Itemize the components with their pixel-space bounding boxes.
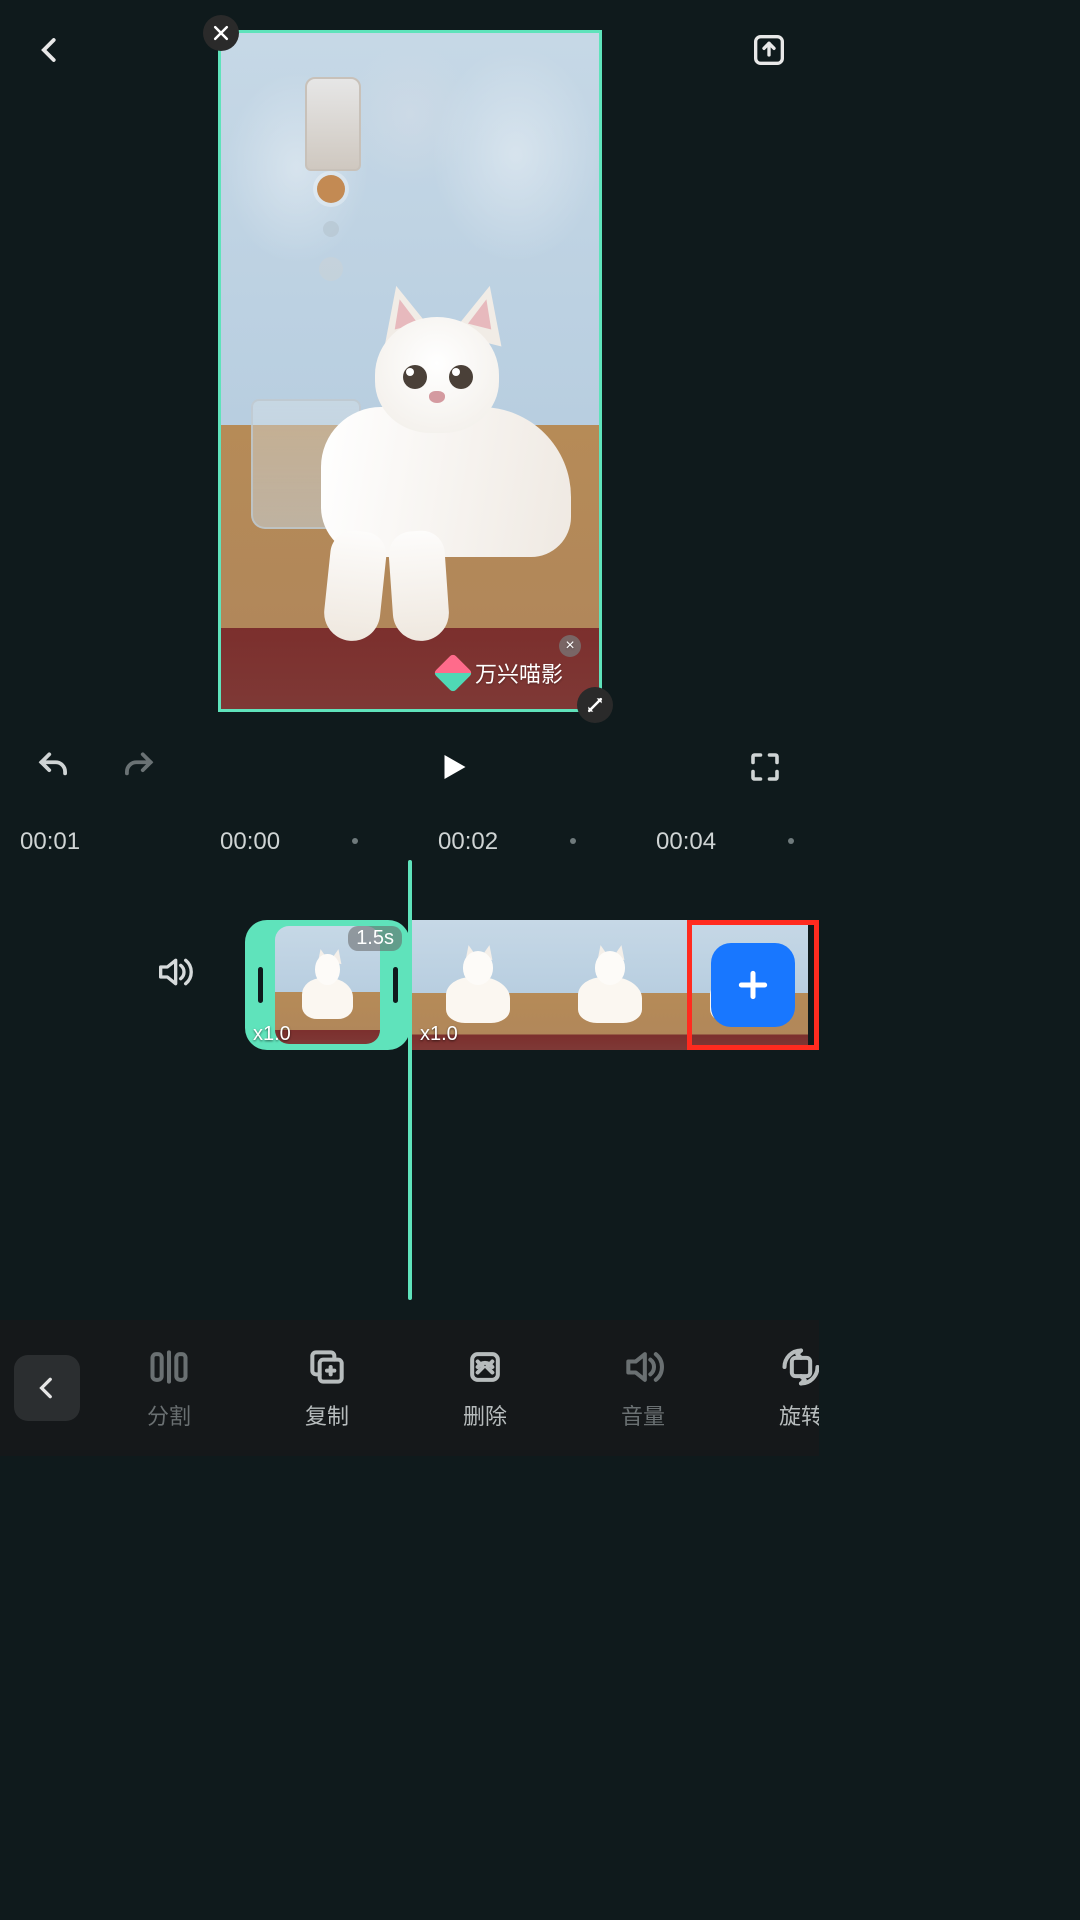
add-clip-button[interactable]	[711, 943, 795, 1027]
chevron-left-icon	[34, 1375, 60, 1401]
redo-button[interactable]	[116, 745, 160, 789]
tool-volume[interactable]: 音量	[564, 1345, 722, 1431]
tool-label: 复制	[305, 1399, 349, 1431]
tool-split[interactable]: 分割	[90, 1345, 248, 1431]
clip[interactable]: x1.0	[412, 920, 819, 1050]
time-ruler[interactable]: 00:01 00:00 00:02 00:04	[0, 822, 819, 862]
mute-track-button[interactable]	[150, 948, 198, 996]
split-icon	[147, 1345, 191, 1389]
close-icon: ×	[565, 637, 574, 655]
clip-duration-badge: 1.5s	[348, 926, 402, 951]
close-icon	[211, 23, 231, 43]
copy-icon	[305, 1345, 349, 1389]
watermark: 万兴喵影 ×	[439, 657, 563, 689]
preview-close-button[interactable]	[203, 15, 239, 51]
ruler-mark: 00:04	[656, 828, 716, 856]
ruler-tick	[352, 838, 358, 844]
playhead[interactable]	[408, 860, 412, 1300]
edit-toolbar: 分割 复制 删除 音量 旋转	[0, 1320, 819, 1456]
watermark-logo-icon	[433, 653, 473, 693]
preview-resize-handle[interactable]	[577, 687, 613, 723]
clip-selected[interactable]: 1.5s x1.0	[245, 920, 410, 1050]
redo-icon	[119, 748, 157, 786]
fullscreen-icon	[747, 749, 783, 785]
tool-label: 旋转	[779, 1399, 819, 1431]
video-track[interactable]: 1.5s x1.0 x1.0	[245, 920, 819, 1050]
watermark-text: 万兴喵影	[475, 657, 563, 689]
ruler-tick	[570, 838, 576, 844]
delete-icon	[463, 1345, 507, 1389]
fullscreen-button[interactable]	[743, 745, 787, 789]
tool-copy[interactable]: 复制	[248, 1345, 406, 1431]
preview-scene	[221, 33, 599, 709]
speaker-icon	[154, 952, 194, 992]
play-icon	[434, 749, 470, 785]
tool-rotate[interactable]: 旋转	[722, 1345, 819, 1431]
chevron-left-icon	[35, 35, 65, 65]
toolbar-back-button[interactable]	[14, 1355, 80, 1421]
export-icon	[749, 30, 789, 70]
ruler-mark: 00:00	[220, 828, 280, 856]
undo-icon	[35, 748, 73, 786]
volume-icon	[621, 1345, 665, 1389]
ruler-mark: 00:02	[438, 828, 498, 856]
resize-icon	[585, 695, 605, 715]
back-button[interactable]	[26, 26, 74, 74]
tool-label: 音量	[621, 1399, 665, 1431]
rotate-icon	[779, 1345, 819, 1389]
tool-label: 删除	[463, 1399, 507, 1431]
play-button[interactable]	[429, 744, 475, 790]
undo-button[interactable]	[32, 745, 76, 789]
current-time-label: 00:01	[20, 828, 80, 856]
playback-controls	[0, 732, 819, 802]
add-clip-highlight	[687, 920, 819, 1050]
remove-watermark-button[interactable]: ×	[559, 635, 581, 657]
video-editor-app: 万兴喵影 × 00:01 00:00	[0, 0, 819, 1456]
export-button[interactable]	[745, 26, 793, 74]
preview-canvas[interactable]: 万兴喵影 ×	[218, 30, 602, 712]
timeline[interactable]: 1.5s x1.0 x1.0	[0, 870, 819, 1100]
ruler-tick	[788, 838, 794, 844]
tool-delete[interactable]: 删除	[406, 1345, 564, 1431]
plus-icon	[733, 965, 773, 1005]
tool-label: 分割	[147, 1399, 191, 1431]
clip-speed-badge: x1.0	[420, 1023, 458, 1046]
clip-speed-badge: x1.0	[253, 1023, 291, 1046]
